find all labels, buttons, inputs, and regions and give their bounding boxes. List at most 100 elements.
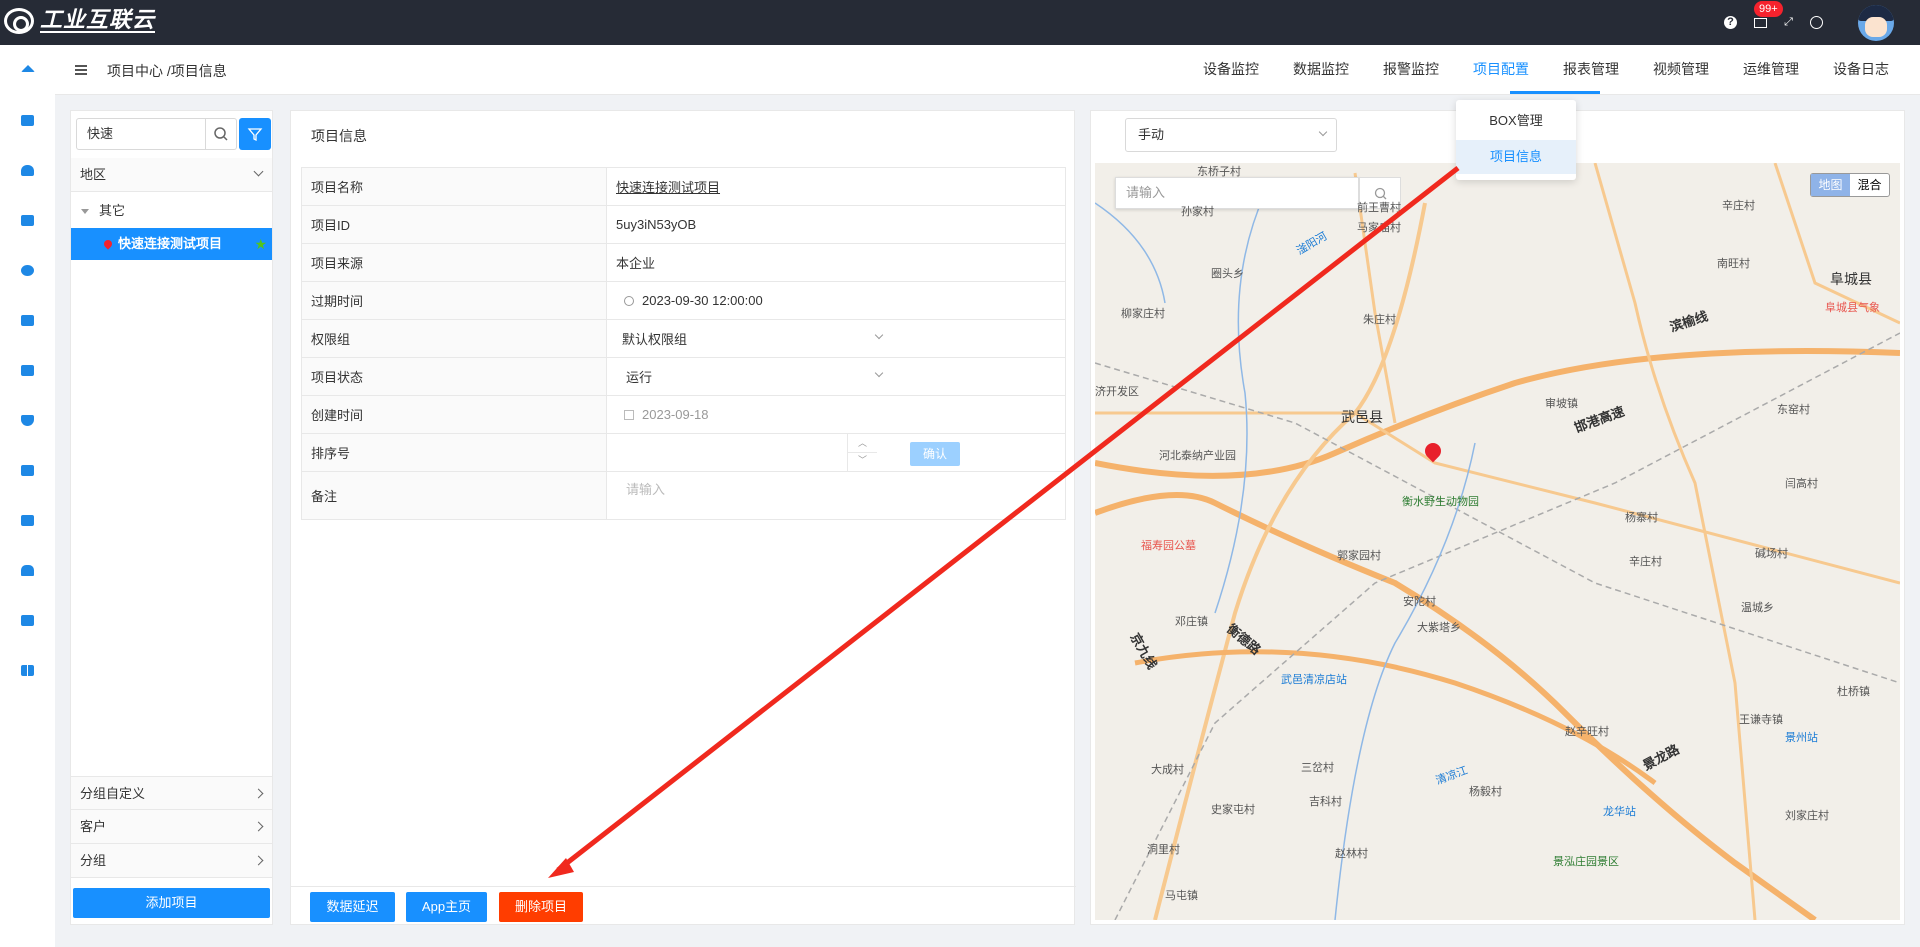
tree-group-other[interactable]: 其它 (81, 200, 125, 219)
dashboard-icon[interactable] (21, 665, 34, 676)
device-icon[interactable] (21, 515, 34, 526)
tab-device-log[interactable]: 设备日志 (1833, 59, 1889, 79)
chevron-down-icon (1318, 127, 1328, 137)
map-label: 南旺村 (1717, 258, 1750, 270)
table-row: 项目名称 快速连接测试项目 (301, 167, 1066, 206)
app-home-button[interactable]: App主页 (406, 892, 487, 922)
report-icon[interactable] (21, 365, 34, 376)
remark-placeholder: 请输入 (626, 482, 666, 497)
map-label: 史家屯村 (1211, 804, 1255, 816)
map-label: 朱庄村 (1363, 314, 1396, 326)
add-project-button[interactable]: 添加项目 (73, 888, 270, 918)
menu-toggle-icon[interactable] (75, 65, 87, 75)
map-label: 辛庄村 (1722, 200, 1755, 212)
expire-time-field[interactable]: 2023-09-30 12:00:00 (606, 281, 1066, 320)
icon-sidebar (0, 45, 55, 947)
map-label: 辛庄村 (1629, 556, 1662, 568)
tab-alarm-monitor[interactable]: 报警监控 (1383, 59, 1439, 79)
map-label: 洞里村 (1147, 844, 1180, 856)
project-search-input[interactable]: 快速 (76, 118, 206, 150)
project-icon[interactable] (21, 115, 34, 126)
users-icon[interactable] (21, 565, 34, 576)
tab-video[interactable]: 视频管理 (1653, 59, 1709, 79)
tab-project-config[interactable]: 项目配置 (1473, 59, 1529, 79)
map-label: 衡水野生动物园 (1402, 496, 1479, 508)
project-status-value: 运行 (626, 370, 653, 385)
shield-icon[interactable] (21, 415, 34, 426)
custom-group-section[interactable]: 分组自定义 (71, 776, 272, 810)
map-type-hybrid[interactable]: 混合 (1850, 174, 1889, 196)
menu-item-project-info[interactable]: 项目信息 (1456, 140, 1576, 174)
map-label: 赵林村 (1335, 848, 1368, 860)
map-label: 景泓庄园景区 (1553, 856, 1619, 868)
avatar[interactable] (1858, 5, 1894, 41)
data-delay-button[interactable]: 数据延迟 (310, 892, 395, 922)
chevron-down-icon[interactable]: ﹀ (848, 453, 877, 471)
chevron-right-icon (253, 855, 264, 866)
menu-item-box-management[interactable]: BOX管理 (1456, 104, 1576, 138)
project-config-dropdown: BOX管理 项目信息 (1456, 100, 1576, 180)
brand-logo[interactable]: 工业互联云 (4, 8, 156, 34)
map-label: 福寿园公墓 (1141, 540, 1196, 552)
list-icon[interactable] (21, 465, 34, 476)
delete-project-button[interactable]: 删除项目 (499, 892, 583, 922)
tree-group-label: 其它 (99, 203, 126, 218)
map-canvas[interactable]: 请输入 地图 混合 东桥子村 前王曹村 孙家村 马家庙村 圈头乡 滏阳河 辛庄村… (1095, 163, 1900, 920)
map-label: 杨寨村 (1625, 512, 1658, 524)
map-label: 东窑村 (1777, 404, 1810, 416)
location-mode-select[interactable]: 手动 (1125, 118, 1337, 152)
field-label: 项目ID (301, 205, 607, 244)
star-icon[interactable]: ★ (254, 228, 267, 260)
help-icon[interactable]: ? (1724, 16, 1737, 29)
tree-item-project[interactable]: 快速连接测试项目 ★ (71, 228, 272, 260)
map-type-normal[interactable]: 地图 (1811, 174, 1850, 196)
project-name-value[interactable]: 快速连接测试项目 (616, 180, 720, 195)
box-icon[interactable] (21, 615, 34, 626)
permission-group-value: 默认权限组 (622, 332, 688, 347)
project-tree-panel: 快速 地区 其它 快速连接测试项目 ★ 分组自定义 客户 分组 添加项目 (70, 110, 273, 925)
field-label: 项目名称 (301, 167, 607, 206)
project-status-select[interactable]: 运行 (606, 357, 1066, 396)
home-icon[interactable] (21, 65, 35, 72)
tab-data-monitor[interactable]: 数据监控 (1293, 59, 1349, 79)
filter-button[interactable] (239, 118, 271, 150)
nav-bar: 项目中心 /项目信息 设备监控 数据监控 报警监控 项目配置 报表管理 视频管理… (55, 45, 1920, 95)
mail-icon[interactable] (1754, 18, 1767, 28)
tab-device-monitor[interactable]: 设备监控 (1203, 59, 1259, 79)
search-button[interactable] (206, 118, 237, 150)
database-icon[interactable] (21, 215, 34, 226)
monitor-icon[interactable] (21, 315, 34, 326)
globe-icon[interactable] (1810, 16, 1823, 29)
confirm-button[interactable]: 确认 (910, 442, 960, 466)
project-source-value: 本企业 (606, 243, 1066, 282)
tab-operations[interactable]: 运维管理 (1743, 59, 1799, 79)
map-search-input[interactable]: 请输入 (1115, 177, 1359, 209)
map-label: 马屯镇 (1165, 890, 1198, 902)
mode-value: 手动 (1138, 127, 1165, 142)
notification-badge: 99+ (1754, 1, 1783, 17)
map-label: 大成村 (1151, 764, 1184, 776)
settings-icon[interactable] (21, 265, 34, 276)
filter-icon (247, 128, 263, 142)
map-label: 武邑清凉店站 (1281, 674, 1347, 686)
group-section[interactable]: 分组 (71, 844, 272, 878)
map-label: 杨毅村 (1469, 786, 1502, 798)
table-row: 排序号 ︿ ﹀ 确认 (301, 433, 1066, 472)
map-type-toggle[interactable]: 地图 混合 (1810, 173, 1890, 197)
alarm-icon[interactable] (21, 165, 34, 176)
permission-group-select[interactable]: 默认权限组 (606, 319, 1066, 358)
fullscreen-icon[interactable]: ⤢ (1782, 16, 1795, 29)
map-label: 景州站 (1785, 732, 1818, 744)
section-label: 分组自定义 (80, 786, 146, 801)
tab-reports[interactable]: 报表管理 (1563, 59, 1619, 79)
table-row: 过期时间 2023-09-30 12:00:00 (301, 281, 1066, 320)
chevron-down-icon (874, 368, 884, 378)
sort-stepper[interactable]: ︿ ﹀ (847, 434, 877, 472)
chevron-right-icon (253, 821, 264, 832)
remark-textarea[interactable]: 请输入 (606, 471, 1066, 520)
chevron-up-icon[interactable]: ︿ (848, 434, 877, 453)
map-label: 济开发区 (1095, 386, 1139, 398)
customer-section[interactable]: 客户 (71, 810, 272, 844)
sort-number-input[interactable] (607, 434, 877, 472)
region-section[interactable]: 地区 (71, 158, 272, 192)
